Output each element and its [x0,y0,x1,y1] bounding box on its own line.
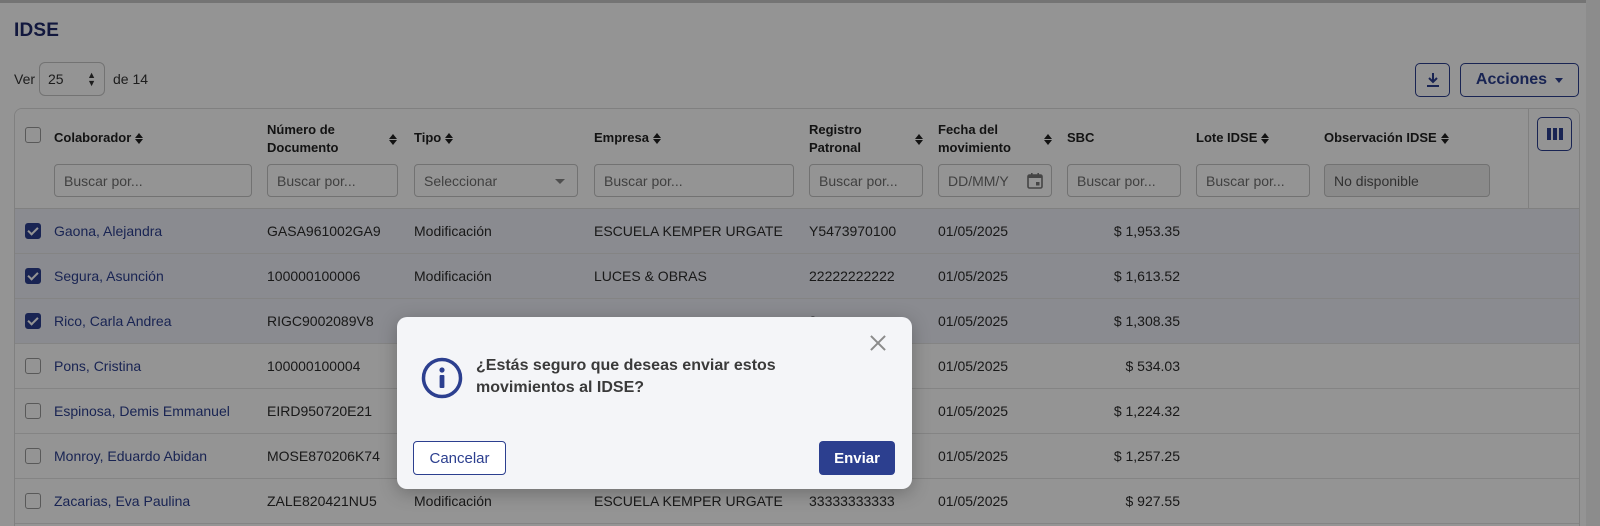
confirm-dialog: ¿Estás seguro que deseas enviar estos mo… [397,317,912,489]
info-icon [421,357,463,399]
close-icon[interactable] [869,334,887,352]
dialog-message: ¿Estás seguro que deseas enviar estos mo… [476,357,776,396]
cancel-button[interactable]: Cancelar [413,441,506,475]
send-button[interactable]: Enviar [819,441,895,475]
